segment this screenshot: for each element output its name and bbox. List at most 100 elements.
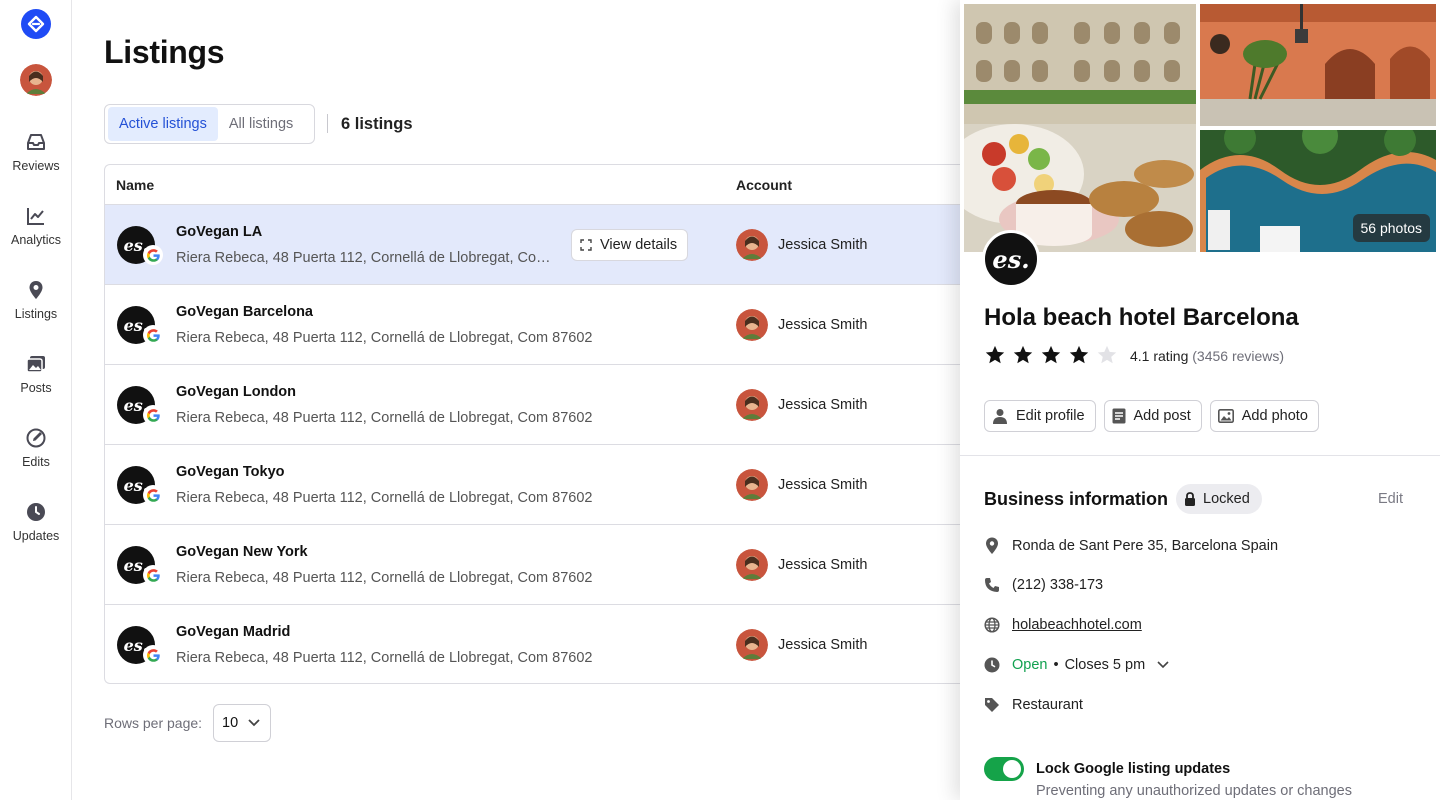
app-logo-icon [27, 15, 45, 33]
panel-divider [960, 455, 1440, 456]
document-icon [1112, 408, 1126, 424]
star-filled-icon [1041, 345, 1061, 364]
sidebar-item-reviews[interactable]: Reviews [0, 131, 72, 173]
sidebar-item-posts[interactable]: Posts [0, 353, 72, 395]
user-avatar[interactable] [20, 64, 52, 96]
sidebar-item-label: Edits [22, 455, 50, 469]
table-row[interactable]: es. GoVegan Madrid Riera Rebeca, 48 Puerta… [105, 605, 974, 683]
rows-per-page-select[interactable]: 10 [213, 704, 271, 742]
sidebar-item-label: Listings [14, 307, 58, 321]
chart-icon [27, 208, 44, 225]
image-icon [1217, 409, 1234, 423]
account-name: Jessica Smith [778, 397, 868, 413]
google-badge [143, 405, 163, 425]
account-avatar [736, 309, 768, 341]
account-name: Jessica Smith [778, 237, 868, 253]
business-name: Hola beach hotel Barcelona [984, 304, 1299, 331]
clock-icon [984, 657, 1000, 673]
table-row[interactable]: es. GoVegan LA Riera Rebeca, 48 Puerta 112… [105, 205, 974, 285]
address-row: Ronda de Sant Pere 35, Barcelona Spain [984, 537, 1278, 555]
closing-time: Closes 5 pm [1064, 657, 1146, 673]
listing-address: Riera Rebeca, 48 Puerta 112, Cornellá de… [176, 490, 593, 506]
sidebar-item-label: Posts [20, 381, 52, 395]
clock-icon [27, 503, 45, 521]
category-row: Restaurant [984, 697, 1083, 713]
account-avatar [736, 629, 768, 661]
sidebar: Reviews Analytics Listings Posts Edits U… [0, 0, 72, 800]
photo-pool[interactable]: 56 photos [1200, 130, 1436, 252]
app-logo[interactable] [21, 9, 51, 39]
photo-count-badge[interactable]: 56 photos [1352, 214, 1430, 242]
table-row[interactable]: es. GoVegan Tokyo Riera Rebeca, 48 Puerta … [105, 445, 974, 525]
main-content: Listings Active listings All listings 6 … [72, 0, 974, 800]
lock-icon [1185, 492, 1195, 506]
business-logo: es. [982, 230, 1040, 288]
google-badge [143, 645, 163, 665]
photo-hotel-breakfast[interactable] [964, 4, 1196, 252]
column-header-account: Account [736, 177, 792, 193]
inbox-icon [27, 134, 45, 150]
google-badge [143, 245, 163, 265]
add-photo-button[interactable]: Add photo [1209, 400, 1319, 432]
account-name: Jessica Smith [778, 637, 868, 653]
phone-row: (212) 338-173 [984, 577, 1103, 593]
hours-row[interactable]: Open • Closes 5 pm [984, 657, 1169, 673]
locked-badge: Locked [1176, 484, 1262, 514]
sidebar-item-listings[interactable]: Listings [0, 279, 72, 321]
business-website-link[interactable]: holabeachhotel.com [1012, 617, 1142, 633]
table-header: Name Account [105, 165, 974, 205]
open-status: Open [1012, 657, 1048, 673]
listing-name: GoVegan Barcelona [176, 304, 313, 320]
edit-icon [26, 428, 46, 448]
business-address: Ronda de Sant Pere 35, Barcelona Spain [1012, 538, 1279, 554]
listing-name: GoVegan LA [176, 224, 263, 240]
photo-courtyard[interactable] [1200, 4, 1436, 126]
lock-updates-title: Lock Google listing updates [1036, 761, 1231, 777]
listing-address: Riera Rebeca, 48 Puerta 112, Cornellá de… [176, 250, 556, 266]
listing-count: 6 listings [341, 115, 413, 133]
sidebar-item-edits[interactable]: Edits [0, 427, 72, 469]
sidebar-item-updates[interactable]: Updates [0, 501, 72, 543]
phone-icon [985, 578, 999, 592]
business-info-heading: Business information [984, 489, 1169, 509]
listing-filter-tabs: Active listings All listings [104, 104, 315, 144]
google-icon [146, 648, 160, 662]
rows-per-page-value: 10 [222, 715, 239, 731]
business-phone: (212) 338-173 [1012, 577, 1104, 593]
add-post-label: Add post [1133, 408, 1191, 424]
rows-per-page-label: Rows per page: [104, 715, 203, 731]
rating-value: 4.1 rating [1130, 348, 1189, 364]
pin-icon [986, 537, 998, 554]
table-row[interactable]: es. GoVegan London Riera Rebeca, 48 Puerta… [105, 365, 974, 445]
business-category: Restaurant [1012, 697, 1083, 713]
rating-summary: 4.1 rating (3456 reviews) [1130, 348, 1284, 364]
add-post-button[interactable]: Add post [1103, 400, 1202, 432]
star-empty-icon [1097, 345, 1117, 364]
google-icon [146, 408, 160, 422]
listing-name: GoVegan Madrid [176, 624, 291, 640]
google-icon [146, 568, 160, 582]
google-badge [143, 565, 163, 585]
images-icon [26, 356, 45, 373]
tab-active-listings[interactable]: Active listings [108, 107, 218, 141]
listing-name: GoVegan Tokyo [176, 464, 285, 480]
edit-business-info-link[interactable]: Edit [1378, 491, 1403, 507]
sidebar-item-label: Updates [12, 529, 60, 543]
review-count[interactable]: (3456 reviews) [1192, 348, 1284, 364]
star-filled-icon [1013, 345, 1033, 364]
table-row[interactable]: es. GoVegan Barcelona Riera Rebeca, 48 Pue… [105, 285, 974, 365]
sidebar-item-label: Reviews [12, 159, 60, 173]
lock-updates-toggle[interactable] [984, 757, 1024, 781]
table-row[interactable]: es. GoVegan New York Riera Rebeca, 48 Puer… [105, 525, 974, 605]
listing-address: Riera Rebeca, 48 Puerta 112, Cornellá de… [176, 570, 593, 586]
page-title: Listings [104, 34, 225, 70]
edit-profile-button[interactable]: Edit profile [984, 400, 1096, 432]
view-details-button[interactable]: View details [571, 229, 689, 261]
tab-all-listings[interactable]: All listings [218, 107, 304, 141]
star-rating [984, 344, 1118, 366]
sidebar-item-analytics[interactable]: Analytics [0, 205, 72, 247]
view-details-label: View details [600, 237, 678, 253]
star-filled-icon [985, 345, 1005, 364]
google-badge [143, 325, 163, 345]
account-name: Jessica Smith [778, 317, 868, 333]
